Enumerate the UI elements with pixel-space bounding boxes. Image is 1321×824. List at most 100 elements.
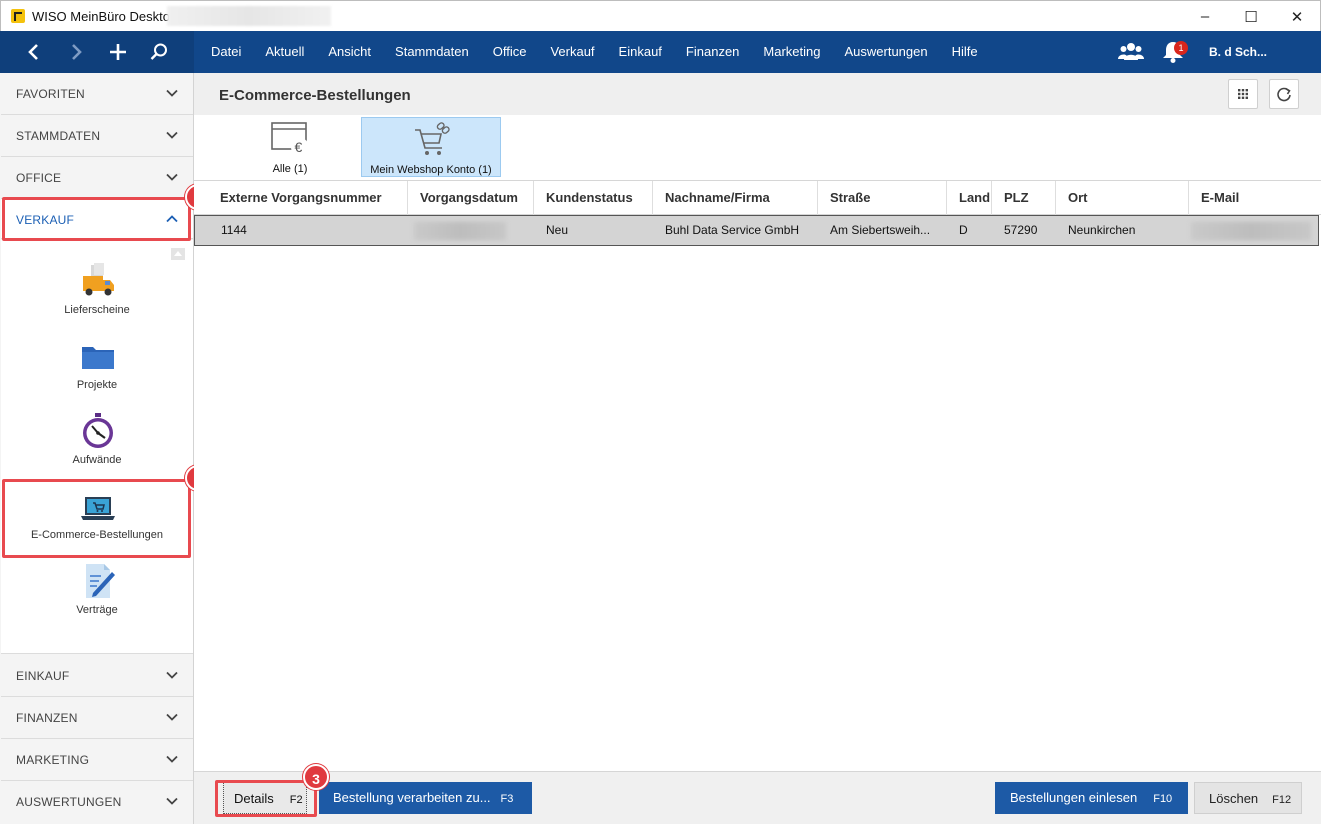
chevron-down-icon [166,713,178,721]
grid-view-button[interactable] [1228,79,1258,109]
sidebar-section-label: OFFICE [16,171,62,185]
user-menu[interactable]: B. d Sch... [1209,45,1267,59]
delete-button-label: Löschen [1209,791,1259,806]
delete-button[interactable]: Löschen F12 [1194,782,1302,814]
tile-alle[interactable]: € Alle (1) [220,117,360,177]
sidebar-item-label: Aufwände [72,454,122,466]
sidebar-section-favoriten[interactable]: FAVORITEN [1,73,193,115]
menu-aktuell[interactable]: Aktuell [253,31,316,73]
page-header: E-Commerce-Bestellungen [194,73,1321,115]
highlight-box-verkauf [2,197,191,241]
sidebar-section-auswertungen[interactable]: AUSWERTUNGEN [1,781,193,823]
col-ort[interactable]: Ort [1056,181,1189,215]
team-icon [1118,43,1144,60]
title-bar: WISO MeinBüro Desktop – ☐ ✕ [0,0,1321,31]
menu-marketing[interactable]: Marketing [751,31,832,73]
refresh-icon [1277,87,1291,102]
process-order-label: Bestellung verarbeiten zu... [333,790,491,805]
sidebar-item-vertraege[interactable]: Verträge [1,562,193,637]
import-orders-button[interactable]: Bestellungen einlesen F10 [995,782,1188,814]
sidebar-section-stammdaten[interactable]: STAMMDATEN [1,115,193,157]
tile-label: Mein Webshop Konto (1) [370,164,492,176]
forward-button[interactable] [56,31,96,73]
sidebar-item-label: Projekte [76,379,118,391]
sidebar-section-einkauf[interactable]: EINKAUF [1,655,193,697]
cell-nachname-firma: Buhl Data Service GmbH [665,223,800,237]
scroll-up-button[interactable] [171,248,185,260]
tile-label: Alle (1) [272,163,308,175]
sidebar-section-label: AUSWERTUNGEN [16,795,122,809]
new-button[interactable] [98,31,138,73]
col-nachname-firma[interactable]: Nachname/Firma [653,181,818,215]
delivery-truck-icon [83,263,114,296]
tile-mein-webshop-konto[interactable]: Mein Webshop Konto (1) [361,117,501,177]
menu-einkauf[interactable]: Einkauf [607,31,674,73]
menu-finanzen[interactable]: Finanzen [674,31,751,73]
stopwatch-icon [83,413,113,448]
col-vorgangsdatum[interactable]: Vorgangsdatum [408,181,534,215]
page-title: E-Commerce-Bestellungen [219,87,411,104]
close-button[interactable]: ✕ [1274,1,1320,32]
team-button[interactable] [1118,39,1144,65]
sidebar-section-marketing[interactable]: MARKETING [1,739,193,781]
nav-quick-actions [0,31,194,73]
forward-icon [72,44,82,60]
col-externe-vorgangsnummer[interactable]: Externe Vorgangsnummer [208,181,408,215]
refresh-button[interactable] [1269,79,1299,109]
search-icon [150,43,167,60]
sidebar-item-label: Verträge [76,604,118,616]
col-plz[interactable]: PLZ [992,181,1056,215]
cell-e-mail-blurred [1191,222,1311,240]
menu-ansicht[interactable]: Ansicht [316,31,383,73]
back-button[interactable] [14,31,54,73]
process-order-button[interactable]: Bestellung verarbeiten zu... F3 [319,782,532,814]
sidebar-item-projekte[interactable]: Projekte [1,337,193,412]
sidebar-section-label: STAMMDATEN [16,129,101,143]
cell-kundenstatus: Neu [546,223,569,237]
process-order-shortcut: F3 [500,793,514,805]
cell-ort: Neunkirchen [1068,223,1136,237]
maximize-button[interactable]: ☐ [1228,1,1274,32]
table-row[interactable]: 1144 Neu Buhl Data Service GmbH Am Siebe… [194,215,1319,246]
col-e-mail[interactable]: E-Mail [1189,181,1321,215]
minimize-button[interactable]: – [1182,1,1228,32]
chevron-down-icon [166,671,178,679]
sidebar-section-label: EINKAUF [16,669,70,683]
chevron-down-icon [166,797,178,805]
col-strasse[interactable]: Straße [818,181,947,215]
notification-badge: 1 [1174,41,1188,55]
sidebar-section-label: MARKETING [16,753,90,767]
menu-office[interactable]: Office [481,31,539,73]
table-header: Externe Vorgangsnummer Vorgangsdatum Kun… [194,180,1321,215]
sidebar-section-finanzen[interactable]: FINANZEN [1,697,193,739]
app-logo-icon [11,9,25,23]
webshop-cart-link-icon [415,122,450,155]
invoice-euro-icon: € [271,122,309,156]
main-menu: Datei Aktuell Ansicht Stammdaten Office … [199,31,990,73]
plus-icon [110,44,126,60]
menu-stammdaten[interactable]: Stammdaten [383,31,481,73]
menu-hilfe[interactable]: Hilfe [940,31,990,73]
import-orders-shortcut: F10 [1153,793,1173,805]
action-bar: Details F2 Bestellung verarbeiten zu... F3… [194,771,1321,824]
search-button[interactable] [139,31,179,73]
chevron-down-icon [166,173,178,181]
step-marker-3: 3 [303,764,329,790]
col-land[interactable]: Land [947,181,992,215]
sidebar-item-label: Lieferscheine [64,304,130,316]
sidebar-item-aufwaende[interactable]: Aufwände [1,412,193,487]
cell-plz: 57290 [1004,223,1038,237]
sidebar-section-label: FINANZEN [16,711,78,725]
menu-verkauf[interactable]: Verkauf [538,31,606,73]
sidebar-item-lieferscheine[interactable]: Lieferscheine [1,262,193,337]
menu-auswertungen[interactable]: Auswertungen [832,31,939,73]
col-kundenstatus[interactable]: Kundenstatus [534,181,653,215]
chevron-down-icon [166,131,178,139]
sidebar-section-label: FAVORITEN [16,87,85,101]
filter-tiles: € Alle (1) Mein Webshop Konto (1) [194,115,1321,180]
svg-text:€: € [295,139,303,155]
blurred-region [167,6,331,26]
sidebar-section-office[interactable]: OFFICE [1,157,193,199]
delete-shortcut: F12 [1272,794,1292,806]
menu-datei[interactable]: Datei [199,31,253,73]
